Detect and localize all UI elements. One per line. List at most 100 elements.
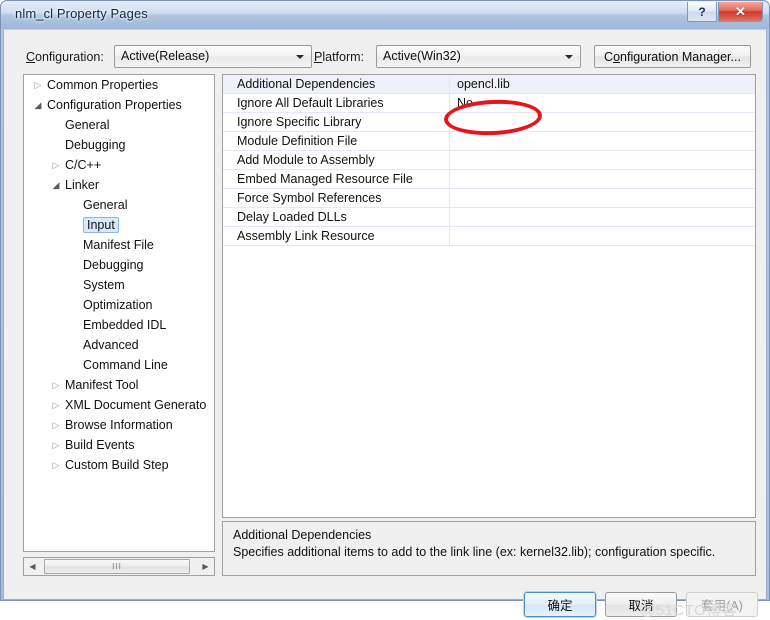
tree-item-embedded-idl[interactable]: Embedded IDL <box>24 315 214 335</box>
property-row[interactable]: Force Symbol References <box>223 189 755 208</box>
expander-expanded-icon[interactable]: ◢ <box>50 175 62 195</box>
platform-dropdown[interactable]: Active(Win32) <box>376 45 581 68</box>
tree-item-label: Manifest Tool <box>65 378 139 392</box>
configuration-manager-button[interactable]: Configuration Manager... <box>594 45 751 68</box>
property-name: Ignore All Default Libraries <box>223 94 450 112</box>
tree-item-label: Configuration Properties <box>47 98 182 112</box>
property-name: Module Definition File <box>223 132 450 150</box>
property-value[interactable] <box>450 113 755 131</box>
tree-item-label: Debugging <box>65 138 126 152</box>
tree-item-input[interactable]: Input <box>24 215 214 235</box>
platform-value: Active(Win32) <box>383 49 461 63</box>
expander-collapsed-icon[interactable]: ▷ <box>32 75 44 95</box>
description-title: Additional Dependencies <box>233 528 372 542</box>
property-row[interactable]: Delay Loaded DLLs <box>223 208 755 227</box>
property-tree[interactable]: ▷ Common Properties ◢ Configuration Propert… <box>23 74 215 552</box>
tree-item-optimization[interactable]: Optimization <box>24 295 214 315</box>
property-row[interactable]: Additional Dependencies opencl.lib <box>223 75 755 94</box>
tree-item-c-c[interactable]: ▷ C/C++ <box>24 155 214 175</box>
tree-item-system[interactable]: System <box>24 275 214 295</box>
tree-item-label: Input <box>83 217 119 233</box>
tree-item-general[interactable]: General <box>24 195 214 215</box>
tree-item-label: Build Events <box>65 438 135 452</box>
scroll-right-icon[interactable]: ▶ <box>197 558 214 575</box>
property-name: Embed Managed Resource File <box>223 170 450 188</box>
tree-item-advanced[interactable]: Advanced <box>24 335 214 355</box>
title-bar[interactable]: nlm_cl Property Pages ? ✕ <box>1 1 769 29</box>
property-value[interactable] <box>450 151 755 169</box>
property-grid[interactable]: Additional Dependencies opencl.lib Ignore … <box>222 74 756 518</box>
expander-collapsed-icon[interactable]: ▷ <box>50 455 62 475</box>
property-row[interactable]: Ignore All Default Libraries No <box>223 94 755 113</box>
expander-collapsed-icon[interactable]: ▷ <box>50 395 62 415</box>
apply-button: 套用(A) <box>686 592 758 617</box>
tree-item-label: Manifest File <box>83 238 154 252</box>
tree-item-label: General <box>65 118 110 132</box>
close-icon[interactable]: ✕ <box>718 2 763 22</box>
tree-item-label: Command Line <box>83 358 168 372</box>
property-pages-window: nlm_cl Property Pages ? ✕ Configuration:… <box>0 0 770 619</box>
tree-item-label: General <box>83 198 128 212</box>
property-value[interactable] <box>450 208 755 226</box>
expander-collapsed-icon[interactable]: ▷ <box>50 435 62 455</box>
tree-item-label: Optimization <box>83 298 153 312</box>
property-value[interactable] <box>450 170 755 188</box>
configuration-manager-mnemonic: o <box>613 49 621 64</box>
scroll-left-icon[interactable]: ◀ <box>24 558 41 575</box>
property-name: Ignore Specific Library <box>223 113 450 131</box>
configuration-label: Configuration: <box>26 50 104 64</box>
tree-item-label: Advanced <box>83 338 139 352</box>
chevron-down-icon <box>565 55 573 59</box>
tree-item-custom-build-step[interactable]: ▷ Custom Build Step <box>24 455 214 475</box>
property-row[interactable]: Assembly Link Resource <box>223 227 755 246</box>
cancel-button[interactable]: 取消 <box>605 592 677 617</box>
tree-item-linker[interactable]: ◢ Linker <box>24 175 214 195</box>
tree-item-common-properties[interactable]: ▷ Common Properties <box>24 75 214 95</box>
property-value[interactable]: opencl.lib <box>450 75 755 93</box>
description-panel: Additional Dependencies Specifies additi… <box>222 521 756 576</box>
configuration-value: Active(Release) <box>121 49 210 63</box>
property-name: Assembly Link Resource <box>223 227 450 245</box>
tree-item-label: Debugging <box>83 258 144 272</box>
tree-item-label: Common Properties <box>47 78 159 92</box>
tree-item-label: Linker <box>65 178 100 192</box>
description-body: Specifies additional items to add to the… <box>233 545 716 559</box>
platform-label: Platform: <box>314 50 364 64</box>
property-row[interactable]: Module Definition File <box>223 132 755 151</box>
expander-expanded-icon[interactable]: ◢ <box>32 95 44 115</box>
tree-item-debugging[interactable]: Debugging <box>24 255 214 275</box>
tree-horizontal-scrollbar[interactable]: ◀ III ▶ <box>23 557 215 576</box>
property-value[interactable]: No <box>450 94 755 112</box>
tree-item-manifest-tool[interactable]: ▷ Manifest Tool <box>24 375 214 395</box>
tree-item-debugging[interactable]: Debugging <box>24 135 214 155</box>
property-name: Additional Dependencies <box>223 75 450 93</box>
property-name: Force Symbol References <box>223 189 450 207</box>
ok-button[interactable]: 确定 <box>523 591 597 618</box>
property-value[interactable] <box>450 189 755 207</box>
tree-item-build-events[interactable]: ▷ Build Events <box>24 435 214 455</box>
expander-collapsed-icon[interactable]: ▷ <box>50 415 62 435</box>
expander-collapsed-icon[interactable]: ▷ <box>50 155 62 175</box>
tree-item-configuration-properties[interactable]: ◢ Configuration Properties <box>24 95 214 115</box>
tree-item-label: Embedded IDL <box>83 318 167 332</box>
expander-collapsed-icon[interactable]: ▷ <box>50 375 62 395</box>
platform-label-rest: latform: <box>322 50 365 64</box>
property-row[interactable]: Ignore Specific Library <box>223 113 755 132</box>
property-row[interactable]: Embed Managed Resource File <box>223 170 755 189</box>
tree-item-general[interactable]: General <box>24 115 214 135</box>
tree-item-xml-document-generato[interactable]: ▷ XML Document Generato <box>24 395 214 415</box>
chevron-down-icon <box>296 55 304 59</box>
tree-item-command-line[interactable]: Command Line <box>24 355 214 375</box>
tree-item-browse-information[interactable]: ▷ Browse Information <box>24 415 214 435</box>
property-name: Add Module to Assembly <box>223 151 450 169</box>
help-icon[interactable]: ? <box>687 2 717 22</box>
property-row[interactable]: Add Module to Assembly <box>223 151 755 170</box>
scrollbar-thumb[interactable]: III <box>44 559 190 574</box>
property-value[interactable] <box>450 132 755 150</box>
tree-item-label: System <box>83 278 125 292</box>
configuration-dropdown[interactable]: Active(Release) <box>114 45 312 68</box>
dialog-client-area: Configuration: Active(Release) Platform:… <box>3 29 767 619</box>
tree-item-manifest-file[interactable]: Manifest File <box>24 235 214 255</box>
configuration-manager-label: Configuration Manager... <box>604 49 741 64</box>
property-value[interactable] <box>450 227 755 245</box>
